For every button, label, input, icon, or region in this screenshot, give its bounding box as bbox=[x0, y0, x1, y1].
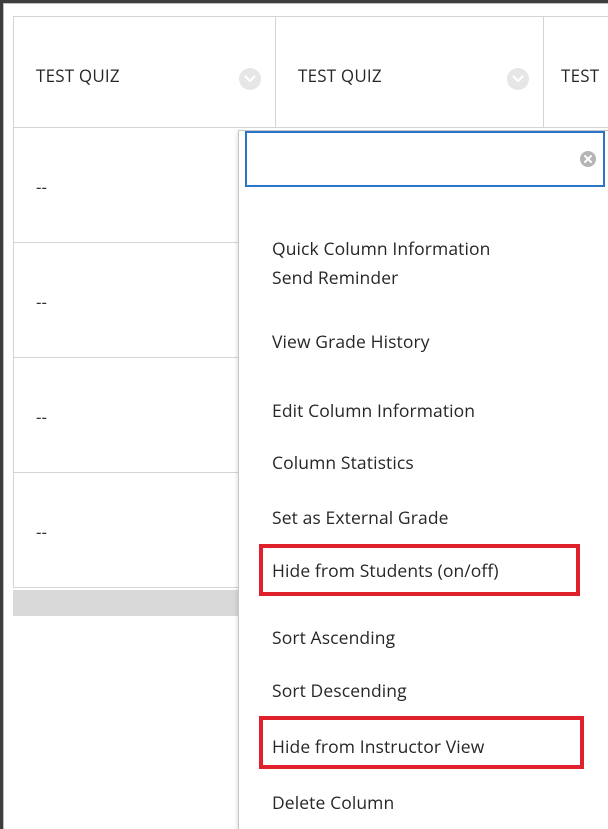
grade-cell[interactable]: -- bbox=[13, 128, 275, 242]
clear-search-icon[interactable] bbox=[579, 150, 597, 168]
grade-cell[interactable]: -- bbox=[13, 473, 275, 587]
grade-center-view: TEST QUIZ TEST QUIZ TEST -- -- -- -- Qui… bbox=[3, 3, 608, 829]
column-header-label: TEST QUIZ bbox=[36, 64, 120, 87]
menu-item-hide-from-instructor-view[interactable]: Hide from Instructor View bbox=[272, 735, 484, 759]
chevron-down-icon[interactable] bbox=[507, 68, 529, 90]
menu-item-delete-column[interactable]: Delete Column bbox=[272, 791, 394, 815]
column-header-test-quiz-1[interactable]: TEST QUIZ bbox=[13, 17, 275, 128]
column-header-label: TEST QUIZ bbox=[298, 64, 382, 87]
menu-search-box bbox=[245, 131, 605, 187]
grade-value: -- bbox=[36, 290, 47, 313]
menu-item-send-reminder[interactable]: Send Reminder bbox=[272, 266, 398, 290]
chevron-down-icon[interactable] bbox=[239, 68, 261, 90]
menu-item-column-statistics[interactable]: Column Statistics bbox=[272, 451, 414, 475]
column-header-test-3[interactable]: TEST bbox=[543, 17, 608, 128]
menu-item-quick-column-information[interactable]: Quick Column Information bbox=[272, 237, 491, 261]
menu-search-input[interactable] bbox=[253, 139, 553, 179]
grade-value: -- bbox=[36, 175, 47, 198]
menu-item-sort-ascending[interactable]: Sort Ascending bbox=[272, 626, 395, 650]
grade-value: -- bbox=[36, 405, 47, 428]
grade-cell[interactable]: -- bbox=[13, 358, 275, 472]
menu-item-sort-descending[interactable]: Sort Descending bbox=[272, 679, 407, 703]
menu-item-set-as-external-grade[interactable]: Set as External Grade bbox=[272, 506, 449, 530]
grade-value: -- bbox=[36, 520, 47, 543]
column-header-label: TEST bbox=[561, 64, 600, 87]
menu-item-view-grade-history[interactable]: View Grade History bbox=[272, 330, 430, 354]
column-header-test-quiz-2[interactable]: TEST QUIZ bbox=[275, 17, 543, 128]
menu-item-edit-column-information[interactable]: Edit Column Information bbox=[272, 399, 475, 423]
grid-header-row: TEST QUIZ TEST QUIZ TEST bbox=[13, 16, 608, 128]
grade-cell[interactable]: -- bbox=[13, 243, 275, 357]
column-context-menu: Quick Column Information Send Reminder V… bbox=[238, 130, 608, 829]
menu-item-hide-from-students[interactable]: Hide from Students (on/off) bbox=[272, 559, 499, 583]
